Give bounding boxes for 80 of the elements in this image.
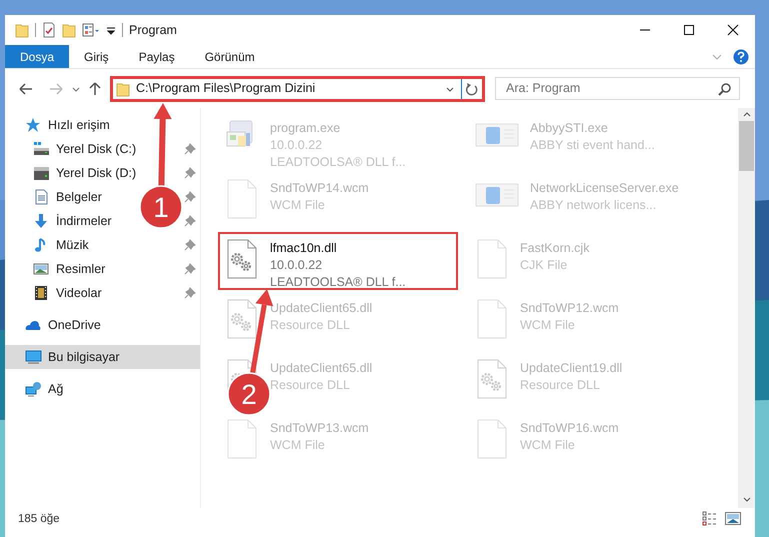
nav-item[interactable]: OneDrive bbox=[5, 313, 105, 337]
folder-icon[interactable] bbox=[15, 22, 29, 38]
file-detail: LEADTOOLSA® DLL f... bbox=[270, 274, 406, 291]
nav-item[interactable]: Belgeler bbox=[5, 185, 106, 209]
file-detail: WCM File bbox=[270, 437, 326, 454]
item-count: 185 öğe bbox=[18, 512, 60, 527]
file-name: program.exe bbox=[270, 120, 342, 137]
pin-icon[interactable] bbox=[184, 191, 196, 203]
large-icons-view-icon[interactable] bbox=[725, 511, 741, 526]
file-detail: ABBY sti event hand... bbox=[530, 137, 655, 154]
refresh-icon[interactable] bbox=[464, 80, 480, 96]
disk-icon bbox=[33, 165, 50, 181]
forward-arrow-icon[interactable] bbox=[47, 80, 65, 96]
file-name: SndToWP12.wcm bbox=[520, 300, 619, 317]
ribbon-tab[interactable]: Paylaş bbox=[124, 45, 190, 68]
nav-item[interactable]: Videolar bbox=[5, 281, 106, 305]
search-field[interactable]: Ara: Program bbox=[495, 77, 740, 100]
details-view-icon[interactable] bbox=[702, 511, 717, 526]
window-title: Program bbox=[129, 22, 177, 39]
pin-icon[interactable] bbox=[184, 263, 196, 275]
file-detail: WCM File bbox=[520, 317, 576, 334]
pin-icon[interactable] bbox=[184, 239, 196, 251]
file-name: lfmac10n.dll bbox=[270, 240, 338, 257]
file-detail: Resource DLL bbox=[270, 377, 351, 394]
file-name: FastKorn.cjk bbox=[520, 240, 590, 257]
address-path: C:\Program Files\Program Dizini bbox=[136, 80, 316, 98]
nav-item[interactable]: Resimler bbox=[5, 257, 110, 281]
file-name: SndToWP16.wcm bbox=[520, 420, 619, 437]
scrollbar[interactable] bbox=[738, 108, 755, 508]
file-name: UpdateClient19.dll bbox=[520, 360, 622, 377]
file-name: UpdateClient65.dll bbox=[270, 300, 372, 317]
file-detail: CJK File bbox=[520, 257, 568, 274]
step-badge-overlay: 2 bbox=[227, 372, 271, 416]
step-badge-overlay: 1 bbox=[139, 185, 183, 229]
pin-icon[interactable] bbox=[184, 167, 196, 179]
disk-c-icon bbox=[33, 141, 50, 157]
nav-item[interactable]: Yerel Disk (C:) bbox=[5, 137, 140, 161]
file-item[interactable]: lfmac10n.dll 10.0.0.22 LEADTOOLSA® DLL f... bbox=[218, 232, 458, 290]
properties-icon[interactable] bbox=[82, 22, 100, 38]
nav-item[interactable]: Ağ bbox=[5, 377, 68, 401]
file-detail: Resource DLL bbox=[520, 377, 601, 394]
back-arrow-icon[interactable] bbox=[17, 80, 35, 96]
help-icon[interactable] bbox=[733, 48, 749, 64]
file-detail: WCM File bbox=[520, 437, 576, 454]
pictures-icon bbox=[33, 261, 50, 277]
checklist-icon[interactable] bbox=[42, 22, 56, 38]
pin-icon[interactable] bbox=[184, 215, 196, 227]
file-detail: 10.0.0.22 bbox=[270, 257, 324, 274]
file-name: AbbyySTI.exe bbox=[530, 120, 609, 137]
file-detail: WCM File bbox=[270, 197, 326, 214]
file-name: SndToWP13.wcm bbox=[270, 420, 369, 437]
ribbon-tab[interactable]: Giriş bbox=[69, 45, 124, 68]
file-name: SndToWP14.wcm bbox=[270, 180, 369, 197]
nav-item[interactable]: İndirmeler bbox=[5, 209, 116, 233]
pin-icon[interactable] bbox=[184, 143, 196, 155]
nav-item[interactable]: Müzik bbox=[5, 233, 93, 257]
star-icon bbox=[25, 117, 42, 133]
up-arrow-icon[interactable] bbox=[87, 80, 103, 98]
nav-item[interactable]: Bu bilgisayar bbox=[5, 345, 200, 369]
file-detail: LEADTOOLSA® DLL f... bbox=[270, 154, 406, 171]
file-name: UpdateClient65.dll bbox=[270, 360, 372, 377]
address-bar[interactable]: C:\Program Files\Program Dizini bbox=[110, 76, 485, 102]
file-name: NetworkLicenseServer.exe bbox=[530, 180, 679, 197]
file-detail: Resource DLL bbox=[270, 317, 351, 334]
nav-item[interactable]: Hızlı erişim bbox=[5, 113, 114, 137]
ribbon-tab[interactable]: Dosya bbox=[5, 45, 70, 68]
pc-icon bbox=[25, 349, 42, 365]
network-icon bbox=[25, 381, 42, 397]
docs-icon bbox=[33, 189, 50, 205]
pin-icon[interactable] bbox=[184, 287, 196, 299]
folder-icon[interactable] bbox=[62, 22, 76, 38]
folder-icon bbox=[116, 80, 130, 96]
videos-icon bbox=[33, 285, 50, 301]
scrollbar-thumb[interactable] bbox=[739, 121, 754, 171]
ribbon-tab[interactable]: Görünüm bbox=[190, 45, 270, 68]
file-detail: ABBY network licens... bbox=[530, 197, 658, 214]
search-icon[interactable] bbox=[717, 82, 731, 96]
download-icon bbox=[33, 213, 50, 229]
nav-item[interactable]: Yerel Disk (D:) bbox=[5, 161, 140, 185]
file-detail: 10.0.0.22 bbox=[270, 137, 324, 154]
